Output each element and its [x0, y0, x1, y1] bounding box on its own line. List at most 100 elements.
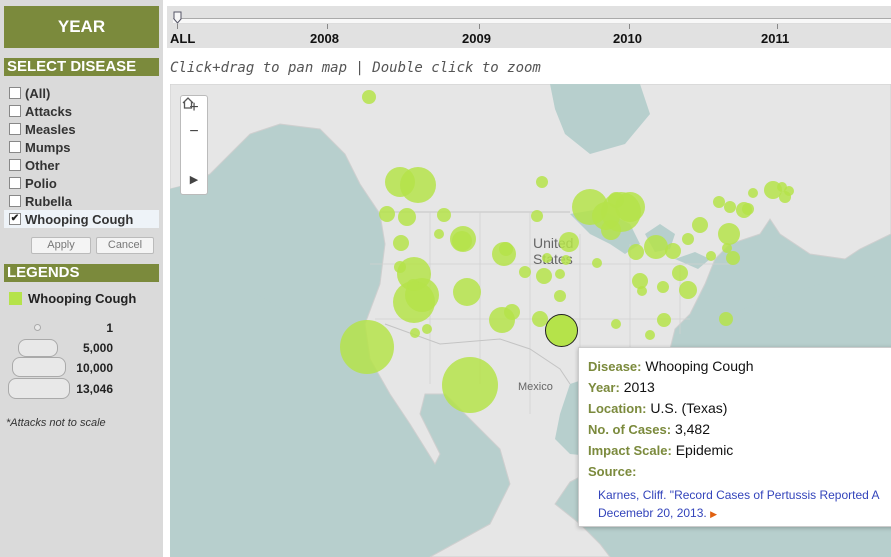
timeline-label-all[interactable]: ALL — [170, 31, 195, 46]
disease-item-polio[interactable]: Polio — [4, 174, 159, 192]
case-bubble[interactable] — [519, 266, 531, 278]
disease-label: Attacks — [25, 103, 72, 119]
case-bubble[interactable] — [531, 210, 543, 222]
case-bubble[interactable] — [407, 279, 419, 291]
timeline-tick — [327, 24, 328, 29]
case-bubble[interactable] — [608, 192, 624, 208]
tooltip-key: Location: — [588, 401, 647, 416]
case-bubble[interactable] — [672, 265, 688, 281]
legend-size-shape — [34, 324, 41, 331]
home-button[interactable] — [181, 97, 207, 168]
case-bubble[interactable] — [645, 330, 655, 340]
case-bubble[interactable] — [536, 268, 552, 284]
case-bubble[interactable] — [657, 281, 669, 293]
disease-label: Polio — [25, 175, 57, 191]
case-bubble[interactable] — [442, 357, 498, 413]
case-bubble[interactable] — [748, 188, 758, 198]
case-bubble[interactable] — [362, 90, 376, 104]
case-bubble[interactable] — [410, 328, 420, 338]
case-bubble[interactable] — [555, 269, 565, 279]
sidebar: YEAR SELECT DISEASE (All) Attacks Measle… — [0, 0, 163, 557]
timeline-label-2011[interactable]: 2011 — [761, 31, 789, 46]
case-bubble[interactable] — [437, 208, 451, 222]
tooltip-key: Year: — [588, 380, 620, 395]
case-bubble[interactable] — [536, 176, 548, 188]
case-bubble[interactable] — [706, 251, 716, 261]
cancel-button[interactable]: Cancel — [96, 237, 154, 254]
tooltip-source-row: Source: — [588, 463, 636, 479]
case-bubble[interactable] — [453, 278, 481, 306]
case-bubble[interactable] — [542, 253, 552, 263]
case-bubble[interactable] — [393, 235, 409, 251]
timeline-label-2009[interactable]: 2009 — [462, 31, 491, 46]
case-bubble[interactable] — [657, 313, 671, 327]
case-bubble[interactable] — [724, 201, 736, 213]
case-bubble[interactable] — [340, 320, 394, 374]
legend-size-value: 13,046 — [76, 382, 113, 396]
case-bubble[interactable] — [628, 244, 644, 260]
case-bubble[interactable] — [398, 208, 416, 226]
arrow-right-icon: ▶ — [710, 509, 717, 519]
checkbox[interactable] — [9, 123, 21, 135]
case-bubble[interactable] — [452, 231, 472, 251]
disease-item-other[interactable]: Other — [4, 156, 159, 174]
checkbox[interactable] — [9, 177, 21, 189]
checkbox-checked[interactable]: ✔ — [9, 213, 21, 225]
case-bubble[interactable] — [692, 217, 708, 233]
selected-bubble-texas[interactable] — [545, 314, 578, 347]
zoom-out-button[interactable]: − — [181, 120, 207, 144]
case-bubble[interactable] — [504, 304, 520, 320]
tooltip-year-row: Year: 2013 — [588, 379, 655, 395]
case-bubble[interactable] — [713, 196, 725, 208]
case-bubble[interactable] — [779, 191, 791, 203]
case-bubble[interactable] — [601, 220, 621, 240]
tooltip-source-link[interactable]: Karnes, Cliff. "Record Cases of Pertussi… — [598, 486, 880, 523]
checkbox[interactable] — [9, 105, 21, 117]
legends-header: LEGENDS — [4, 264, 159, 282]
case-bubble[interactable] — [722, 243, 732, 253]
disease-item-mumps[interactable]: Mumps — [4, 138, 159, 156]
case-bubble[interactable] — [379, 206, 395, 222]
case-bubble[interactable] — [385, 167, 415, 197]
disease-item-rubella[interactable]: Rubella — [4, 192, 159, 210]
checkbox[interactable] — [9, 87, 21, 99]
case-bubble[interactable] — [561, 255, 571, 265]
case-bubble[interactable] — [718, 223, 740, 245]
timeline-handle[interactable] — [173, 11, 182, 24]
timeline-tick — [177, 24, 178, 29]
checkbox[interactable] — [9, 159, 21, 171]
case-bubble[interactable] — [611, 319, 621, 329]
case-bubble[interactable] — [559, 232, 579, 252]
case-bubble[interactable] — [632, 273, 648, 289]
disease-item-attacks[interactable]: Attacks — [4, 102, 159, 120]
case-bubble[interactable] — [554, 290, 566, 302]
timeline-label-2008[interactable]: 2008 — [310, 31, 339, 46]
tooltip-key: Impact Scale: — [588, 443, 672, 458]
checkbox[interactable] — [9, 141, 21, 153]
case-bubble[interactable] — [422, 324, 432, 334]
timeline-label-2010[interactable]: 2010 — [613, 31, 642, 46]
case-bubble[interactable] — [434, 229, 444, 239]
disease-item-all[interactable]: (All) — [4, 84, 159, 102]
expand-arrow-button[interactable]: ▶ — [181, 168, 207, 192]
apply-button[interactable]: Apply — [31, 237, 91, 254]
case-bubble[interactable] — [719, 312, 733, 326]
disease-item-whooping-cough[interactable]: ✔ Whooping Cough — [4, 210, 159, 228]
disease-label: Measles — [25, 121, 76, 137]
disease-item-measles[interactable]: Measles — [4, 120, 159, 138]
case-bubble[interactable] — [592, 258, 602, 268]
case-bubble[interactable] — [726, 251, 740, 265]
case-bubble[interactable] — [742, 203, 754, 215]
case-bubble[interactable] — [679, 281, 697, 299]
tooltip-cases-row: No. of Cases: 3,482 — [588, 421, 710, 437]
legend-series-name: Whooping Cough — [28, 291, 137, 306]
case-bubble[interactable] — [665, 243, 681, 259]
case-bubble[interactable] — [644, 235, 668, 259]
case-bubble[interactable] — [394, 261, 406, 273]
timeline-track[interactable] — [173, 18, 891, 24]
legend-size-value: 1 — [106, 321, 113, 335]
disease-label: Rubella — [25, 193, 72, 209]
case-bubble[interactable] — [682, 233, 694, 245]
case-bubble[interactable] — [492, 242, 516, 266]
checkbox[interactable] — [9, 195, 21, 207]
